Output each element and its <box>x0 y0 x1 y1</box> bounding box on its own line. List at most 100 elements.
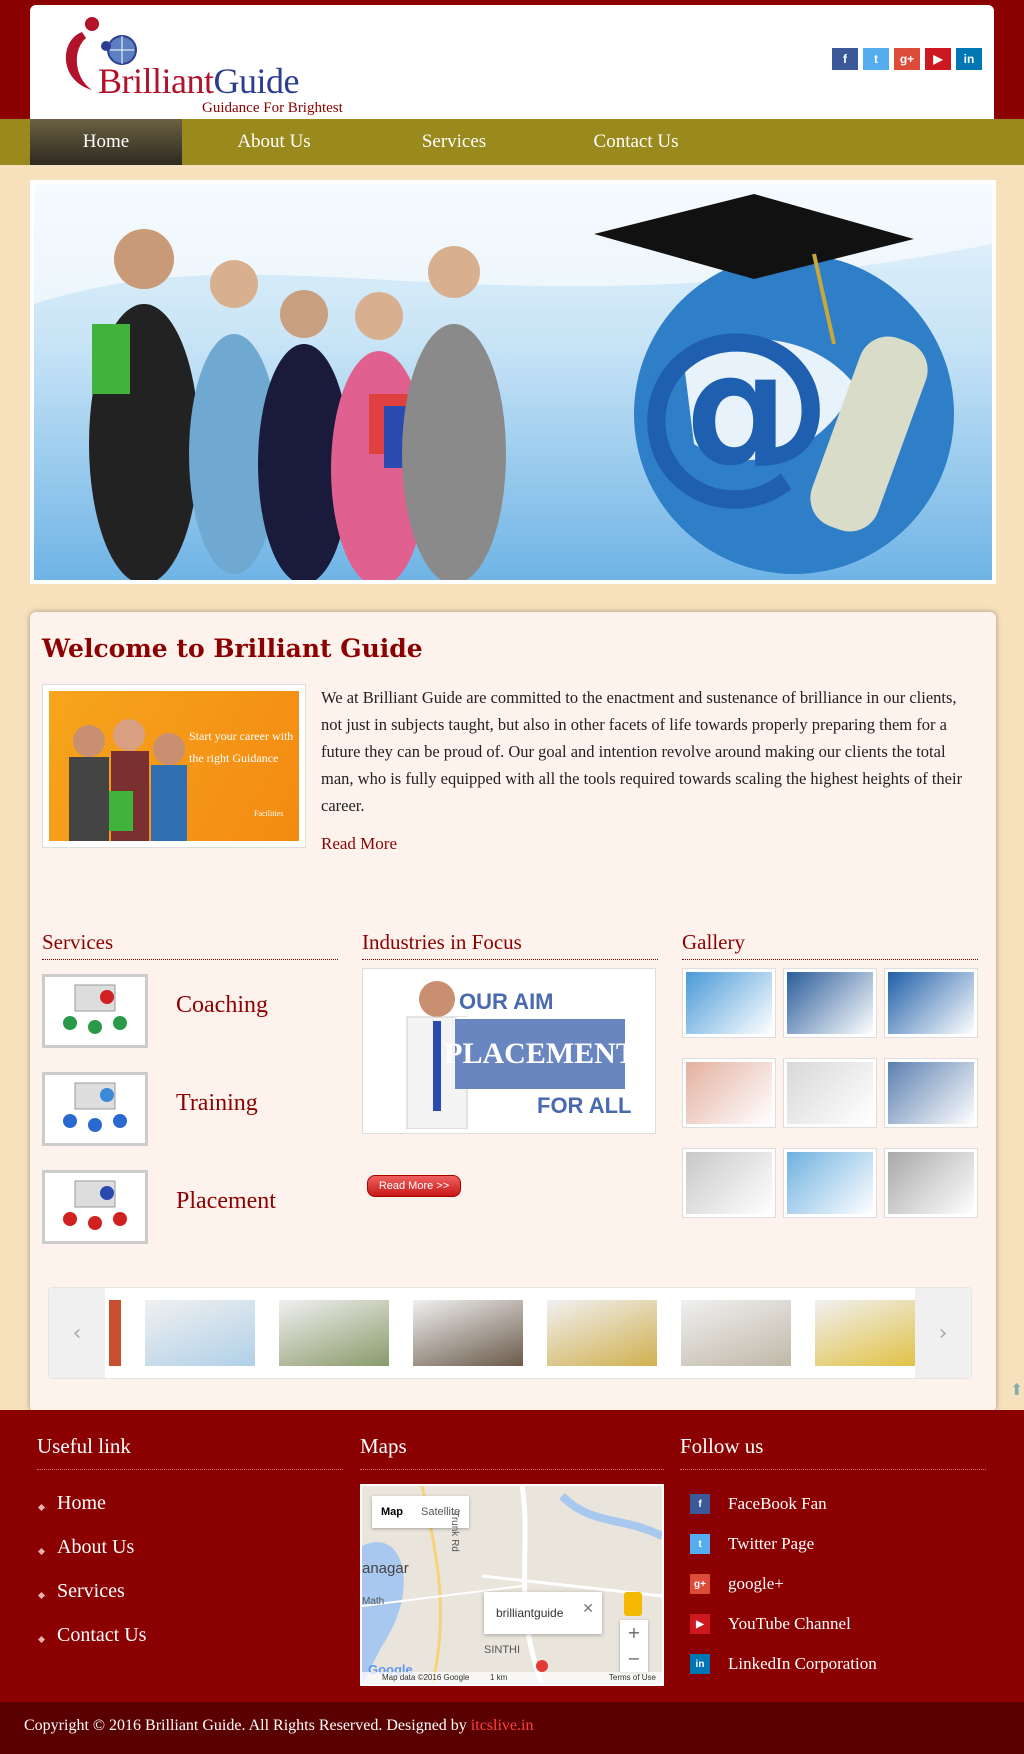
nav-item-contact-us[interactable]: Contact Us <box>542 119 730 165</box>
follow-label: LinkedIn Corporation <box>728 1654 877 1673</box>
welcome-image: Start your career with the right Guidanc… <box>42 684 306 848</box>
carousel-item[interactable] <box>681 1300 791 1366</box>
header-social-links: f t g+ ▶ in <box>832 48 982 70</box>
site-logo[interactable]: BrilliantGuide Guidance For Brightest Fu… <box>52 10 372 133</box>
services-title: Services <box>42 930 338 960</box>
designer-link[interactable]: itcslive.in <box>471 1717 534 1734</box>
industries-read-more-button[interactable]: Read More >> <box>367 1175 461 1197</box>
carousel-item[interactable] <box>145 1300 255 1366</box>
map-tab-satellite[interactable]: Satellite <box>412 1496 469 1528</box>
coaching-icon <box>63 984 127 1034</box>
follow-link-facebook[interactable]: f FaceBook Fan <box>690 1492 827 1516</box>
gallery-thumbnail[interactable] <box>783 1058 877 1128</box>
hero-illustration: @ <box>34 184 992 580</box>
map-scale: 1 km <box>490 1673 508 1682</box>
footer-useful-links: Useful link Home About Us Services Contact … <box>37 1410 343 1646</box>
carousel-next-button[interactable]: › <box>915 1288 971 1378</box>
twitter-icon[interactable]: t <box>863 48 889 70</box>
follow-link-youtube[interactable]: ▶ YouTube Channel <box>690 1612 851 1636</box>
follow-label: Twitter Page <box>728 1534 815 1553</box>
footer-link-contact-us[interactable]: Contact Us <box>57 1624 146 1647</box>
footer-maps: Maps <box>360 1410 664 1470</box>
carousel-prev-button[interactable]: ‹ <box>49 1288 105 1378</box>
site-footer: Useful link Home About Us Services Contact … <box>0 1410 1024 1702</box>
svg-text:@: @ <box>634 289 834 522</box>
service-thumbnail <box>42 1170 148 1244</box>
pegman-icon[interactable] <box>624 1592 642 1616</box>
carousel-item[interactable] <box>547 1300 657 1366</box>
carousel-partial-item <box>109 1300 121 1366</box>
follow-link-google-plus[interactable]: g+ google+ <box>690 1572 784 1596</box>
twitter-icon: t <box>690 1534 710 1554</box>
hero-banner-image: @ <box>34 184 992 580</box>
close-icon[interactable]: ✕ <box>582 1600 594 1617</box>
follow-link-linkedin[interactable]: in LinkedIn Corporation <box>690 1652 877 1676</box>
facebook-icon[interactable]: f <box>832 48 858 70</box>
welcome-read-more-link[interactable]: Read More <box>321 834 397 854</box>
follow-label: YouTube Channel <box>728 1614 851 1633</box>
nav-item-about-us[interactable]: About Us <box>182 119 366 165</box>
linkedin-icon[interactable]: in <box>956 48 982 70</box>
youtube-icon[interactable]: ▶ <box>925 48 951 70</box>
follow-label: google+ <box>728 1574 784 1593</box>
chevron-right-icon: › <box>938 1320 948 1346</box>
gallery-thumbnail[interactable] <box>682 968 776 1038</box>
map-label-sinthi: SINTHI <box>484 1644 521 1656</box>
service-item-training[interactable]: Training <box>42 1072 332 1148</box>
footer-useful-title: Useful link <box>37 1410 343 1470</box>
service-item-placement[interactable]: Placement <box>42 1170 332 1246</box>
google-plus-icon[interactable]: g+ <box>894 48 920 70</box>
welcome-title: Welcome to Brilliant Guide <box>42 634 423 663</box>
gallery-thumbnail[interactable] <box>884 1148 978 1218</box>
map-place-name: brilliantguide <box>496 1606 564 1620</box>
training-icon <box>63 1082 127 1132</box>
nav-item-services[interactable]: Services <box>366 119 542 165</box>
carousel-item[interactable] <box>279 1300 389 1366</box>
follow-link-twitter[interactable]: t Twitter Page <box>690 1532 814 1556</box>
site-header: BrilliantGuide Guidance For Brightest Fu… <box>30 5 994 133</box>
map-terms-link[interactable]: Terms of Use <box>609 1673 656 1682</box>
carousel-item[interactable] <box>413 1300 523 1366</box>
chevron-left-icon: ‹ <box>72 1320 82 1346</box>
footer-link-home[interactable]: Home <box>57 1492 106 1515</box>
service-thumbnail <box>42 974 148 1048</box>
industries-image-line-1: OUR AIM <box>459 989 554 1014</box>
gallery-thumbnail[interactable] <box>884 1058 978 1128</box>
footer-maps-title: Maps <box>360 1410 664 1470</box>
main-content: Welcome to Brilliant Guide Start your ca… <box>30 612 996 1412</box>
bullet-icon <box>37 1591 46 1600</box>
footer-link-services[interactable]: Services <box>57 1580 125 1603</box>
gallery-thumbnail[interactable] <box>884 968 978 1038</box>
welcome-image-caption-1: Start your career with <box>189 729 294 743</box>
industries-image-line-2: PLACEMENT <box>444 1019 636 1089</box>
service-label: Training <box>176 1090 258 1116</box>
students-group <box>89 229 506 580</box>
google-map[interactable]: Map Satellite anagar Trunk Rd Math SINTH… <box>360 1484 664 1686</box>
service-label: Placement <box>176 1188 276 1214</box>
gallery-thumbnail[interactable] <box>783 1148 877 1218</box>
gallery-thumbnail[interactable] <box>682 1148 776 1218</box>
gallery-thumbnail[interactable] <box>783 968 877 1038</box>
map-attribution-bar: Map data ©2016 Google 1 km Terms of Use <box>362 1672 662 1684</box>
image-carousel: ‹ › <box>48 1287 972 1379</box>
logo-text: BrilliantGuide <box>98 61 299 101</box>
industries-image: OUR AIM PLACEMENT FOR ALL <box>362 968 656 1134</box>
footer-link-about-us[interactable]: About Us <box>57 1536 134 1559</box>
bullet-icon <box>37 1547 46 1556</box>
carousel-item[interactable] <box>815 1300 925 1366</box>
welcome-text: We at Brilliant Guide are committed to t… <box>321 688 963 815</box>
service-label: Coaching <box>176 992 268 1018</box>
scroll-to-top-icon[interactable]: ⬆ <box>1010 1380 1023 1399</box>
map-tab-map[interactable]: Map <box>372 1496 412 1528</box>
industries-title: Industries in Focus <box>362 930 658 960</box>
footer-follow-title: Follow us <box>680 1410 986 1470</box>
map-zoom-control: + − <box>620 1620 648 1672</box>
service-item-coaching[interactable]: Coaching <box>42 974 332 1050</box>
welcome-image-caption-2: the right Guidance <box>189 751 279 765</box>
linkedin-icon: in <box>690 1654 710 1674</box>
nav-item-home[interactable]: Home <box>30 119 182 165</box>
zoom-out-icon[interactable]: − <box>620 1646 648 1672</box>
gallery-thumbnail[interactable] <box>682 1058 776 1128</box>
zoom-in-icon[interactable]: + <box>620 1620 648 1646</box>
bullet-icon <box>37 1635 46 1644</box>
